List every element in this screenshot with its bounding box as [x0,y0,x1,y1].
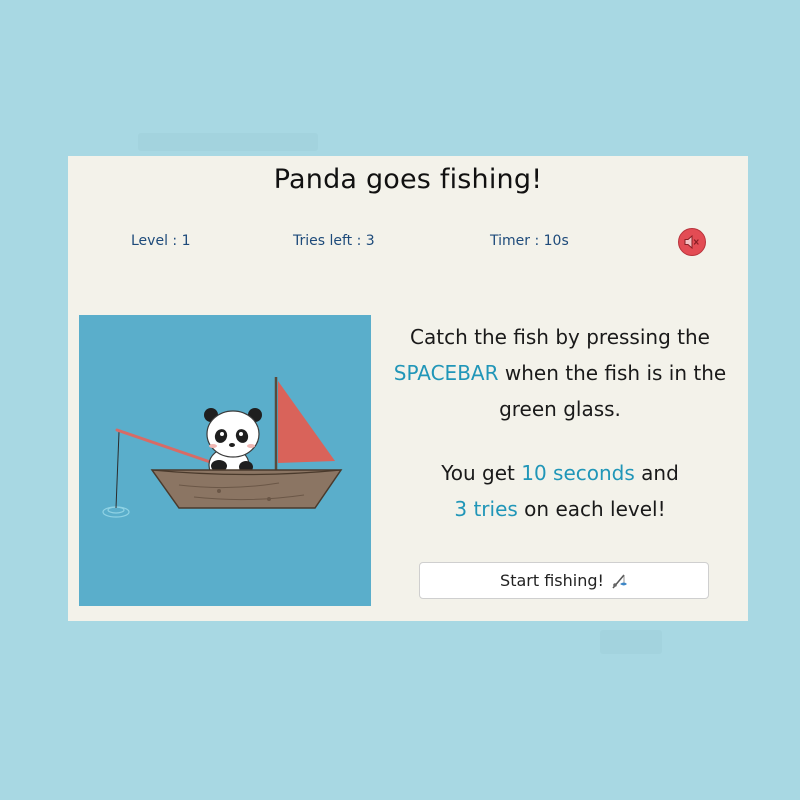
game-card: Panda goes fishing! Level : 1 Tries left… [68,156,748,621]
fishing-scene-illustration [79,315,371,606]
seconds-highlight: 10 seconds [521,461,635,485]
fishing-rod [115,428,221,467]
background-shadow-top [138,133,318,151]
boat-sail [278,381,335,463]
background-shadow-bottom [600,630,662,654]
water-ripple [102,506,130,518]
instruction-line-4: on each level! [517,497,666,521]
instruction-line-1: Catch the fish by pressing the [410,325,710,349]
spacebar-highlight: SPACEBAR [393,361,499,385]
tries-left-indicator: Tries left : 3 [293,233,375,249]
instruction-line-3: You get [441,461,522,485]
tries-highlight: 3 tries [454,497,518,521]
boat-hull [150,469,343,509]
instruction-line-2: when the fish is in the green glass. [498,361,727,421]
fishing-line [115,431,120,509]
instructions-text: Catch the fish by pressing the SPACEBAR … [380,319,740,527]
timer-indicator: Timer : 10s [490,233,569,249]
speaker-muted-icon [684,234,699,250]
start-fishing-button[interactable]: Start fishing! [419,562,709,599]
fishing-pole-icon [612,574,627,588]
instruction-line-3-post: and [634,461,679,485]
sound-toggle-button[interactable] [678,228,706,256]
level-indicator: Level : 1 [131,233,191,249]
game-title: Panda goes fishing! [273,164,543,195]
start-button-label: Start fishing! [500,571,604,590]
